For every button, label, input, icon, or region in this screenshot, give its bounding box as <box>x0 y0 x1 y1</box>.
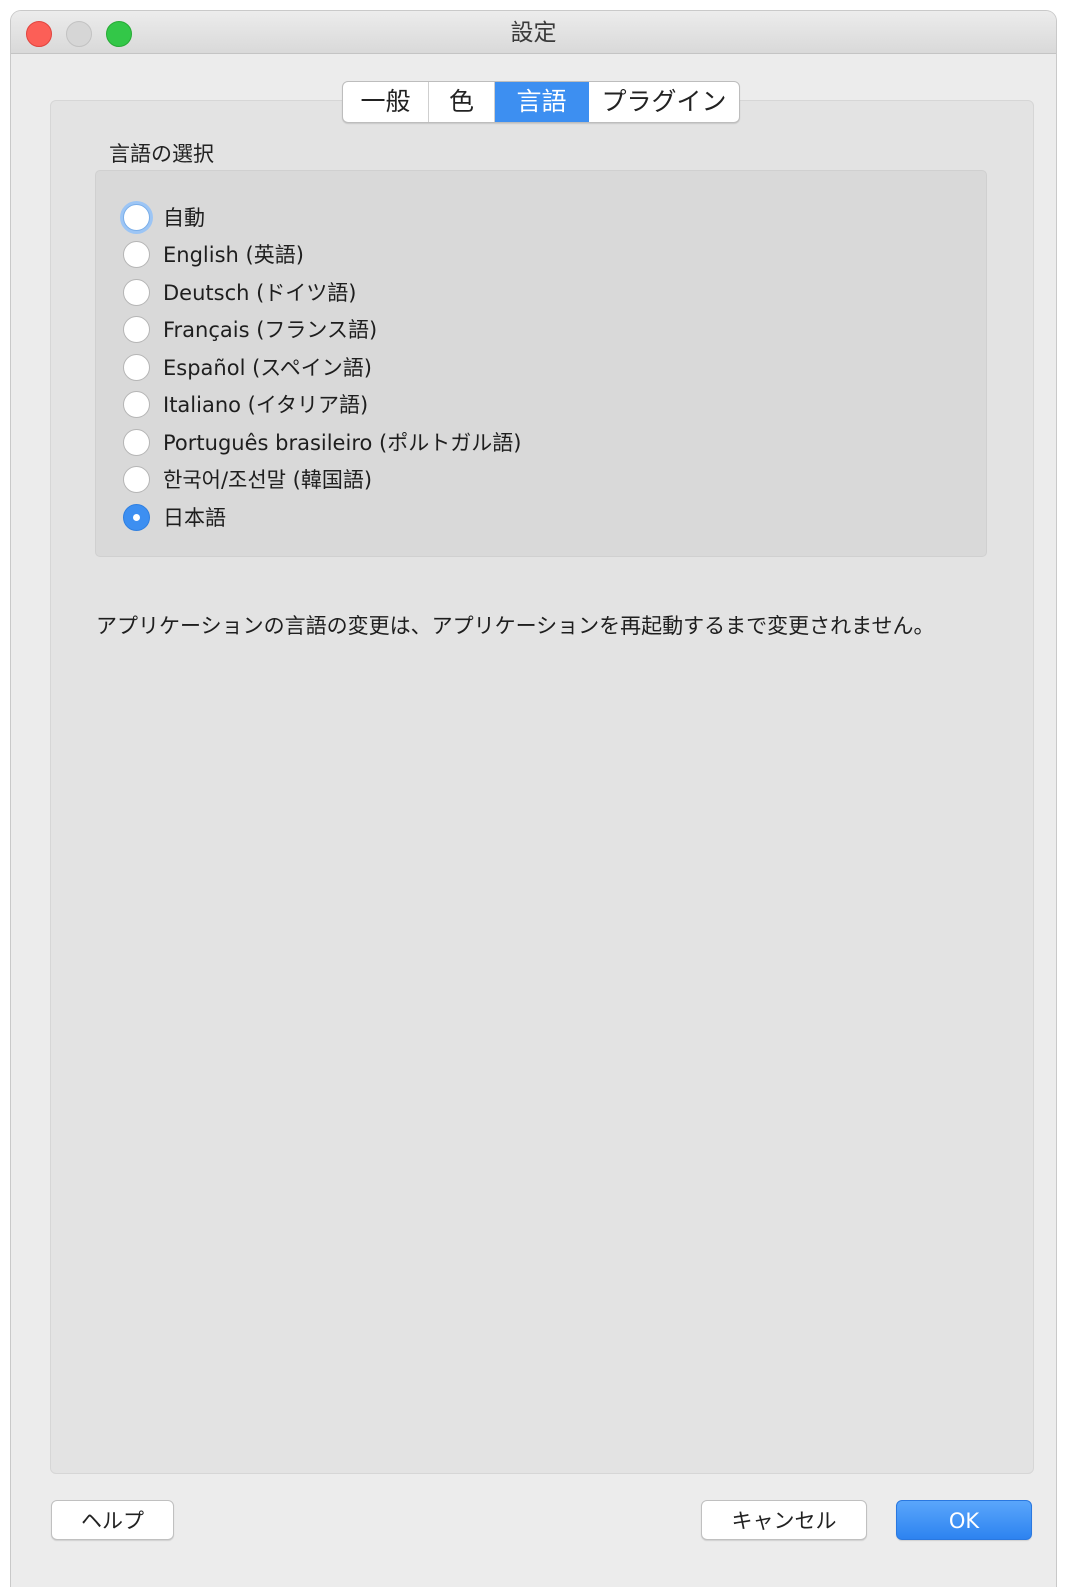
language-option-label[interactable]: Deutsch (ドイツ語) <box>163 277 357 307</box>
radio-button[interactable] <box>123 240 150 268</box>
radio-button[interactable] <box>123 465 150 493</box>
title-bar[interactable]: 設定 <box>11 11 1056 54</box>
window-title: 設定 <box>510 20 557 46</box>
language-option-german[interactable]: Deutsch (ドイツ語) <box>123 276 357 308</box>
language-section-label: 言語の選択 <box>109 142 214 166</box>
tab-plugins[interactable]: プラグイン <box>589 82 739 122</box>
language-option-portuguese[interactable]: Português brasileiro (ポルトガル語) <box>123 426 521 458</box>
language-option-italian[interactable]: Italiano (イタリア語) <box>123 388 368 420</box>
language-option-korean[interactable]: 한국어/조선말 (韓国語) <box>123 463 372 495</box>
ok-button[interactable]: OK <box>896 1500 1032 1540</box>
radio-button-selected[interactable] <box>123 503 150 531</box>
help-button[interactable]: ヘルプ <box>51 1500 174 1540</box>
radio-button[interactable] <box>123 278 150 306</box>
language-option-label[interactable]: Français (フランス語) <box>163 314 377 344</box>
tab-language[interactable]: 言語 <box>495 82 589 122</box>
tab-bar: 一般 色 言語 プラグイン <box>342 81 740 123</box>
language-option-french[interactable]: Français (フランス語) <box>123 313 377 345</box>
language-option-label[interactable]: Italiano (イタリア語) <box>163 389 368 419</box>
tab-color[interactable]: 色 <box>429 82 495 122</box>
language-option-english[interactable]: English (英語) <box>123 238 304 270</box>
radio-button[interactable] <box>123 203 150 231</box>
settings-window: 設定 一般 色 言語 プラグイン 言語の選択 自動 English (英語) D… <box>11 11 1056 1587</box>
language-option-label[interactable]: 日本語 <box>163 502 226 532</box>
language-option-label[interactable]: Português brasileiro (ポルトガル語) <box>163 427 521 457</box>
radio-button[interactable] <box>123 390 150 418</box>
language-option-spanish[interactable]: Español (スペイン語) <box>123 351 372 383</box>
radio-button[interactable] <box>123 428 150 456</box>
language-option-auto[interactable]: 自動 <box>123 201 205 233</box>
language-option-label[interactable]: 自動 <box>163 202 205 232</box>
tab-general[interactable]: 一般 <box>343 82 429 122</box>
radio-button[interactable] <box>123 353 150 381</box>
restart-note: アプリケーションの言語の変更は、アプリケーションを再起動するまで変更されません。 <box>96 614 935 638</box>
radio-button[interactable] <box>123 315 150 343</box>
language-option-label[interactable]: 한국어/조선말 (韓国語) <box>163 464 372 494</box>
language-option-label[interactable]: Español (スペイン語) <box>163 352 372 382</box>
cancel-button[interactable]: キャンセル <box>701 1500 867 1540</box>
language-option-japanese[interactable]: 日本語 <box>123 501 226 533</box>
language-option-label[interactable]: English (英語) <box>163 239 304 269</box>
